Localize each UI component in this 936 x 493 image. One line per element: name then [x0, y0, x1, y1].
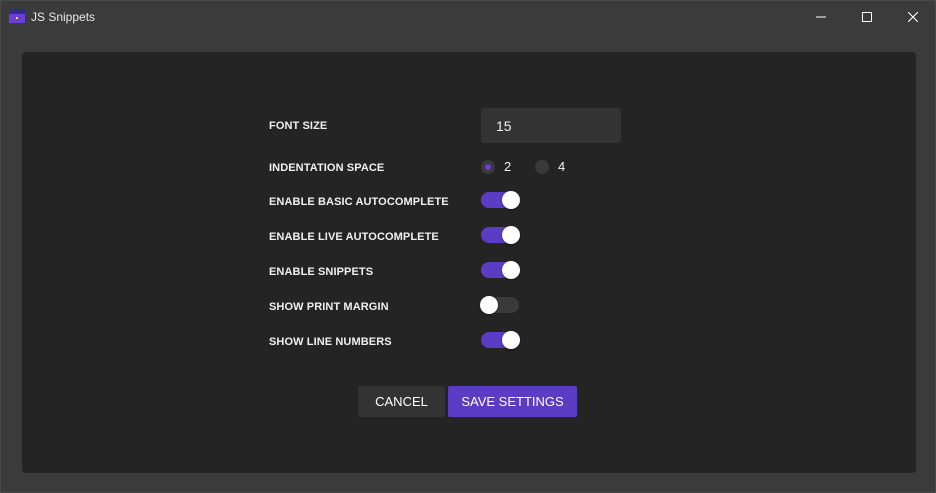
basic-autocomplete-toggle[interactable] [481, 191, 520, 209]
maximize-icon [862, 11, 872, 22]
basic-autocomplete-label: ENABLE BASIC AUTOCOMPLETE [269, 196, 449, 208]
toggle-knob [502, 226, 520, 244]
app-icon [9, 9, 25, 23]
indentation-label: INDENTATION SPACE [269, 162, 385, 174]
close-icon [908, 11, 918, 22]
font-size-label: FONT SIZE [269, 120, 328, 132]
snippets-label: ENABLE SNIPPETS [269, 266, 374, 278]
line-numbers-toggle[interactable] [481, 331, 520, 349]
toggle-knob [502, 191, 520, 209]
cancel-button[interactable]: CANCEL [358, 386, 445, 417]
snippets-toggle[interactable] [481, 261, 520, 279]
live-autocomplete-toggle[interactable] [481, 226, 520, 244]
close-button[interactable] [890, 1, 936, 32]
print-margin-label: SHOW PRINT MARGIN [269, 301, 389, 313]
indentation-radio-4[interactable] [535, 160, 549, 174]
toggle-knob [480, 296, 498, 314]
window-title: JS Snippets [31, 10, 96, 24]
app-window: JS Snippets FONT SIZE INDENTATION SPACE … [0, 0, 936, 493]
line-numbers-label: SHOW LINE NUMBERS [269, 336, 392, 348]
live-autocomplete-label: ENABLE LIVE AUTOCOMPLETE [269, 231, 439, 243]
maximize-button[interactable] [844, 1, 890, 32]
font-size-input[interactable] [481, 108, 621, 143]
print-margin-toggle[interactable] [480, 296, 519, 314]
indentation-option-2-label: 2 [504, 159, 512, 174]
toggle-knob [502, 261, 520, 279]
minimize-icon [816, 16, 826, 17]
save-settings-button[interactable]: SAVE SETTINGS [448, 386, 577, 417]
minimize-button[interactable] [798, 1, 844, 32]
title-bar[interactable]: JS Snippets [1, 1, 935, 32]
indentation-option-4-label: 4 [558, 159, 566, 174]
toggle-knob [502, 331, 520, 349]
indentation-radio-2[interactable] [481, 160, 495, 174]
